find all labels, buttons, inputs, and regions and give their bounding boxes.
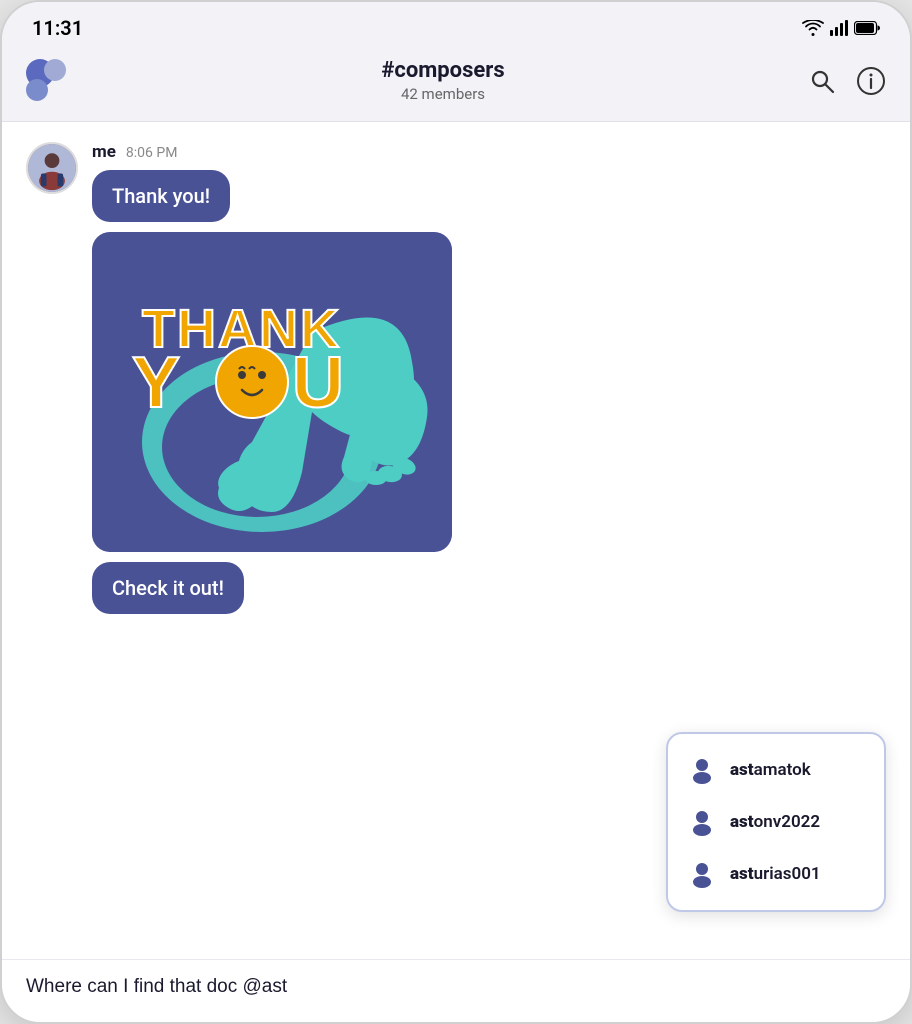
message-input[interactable] xyxy=(26,976,886,998)
avatar-dot-3 xyxy=(26,79,48,101)
message-row: me 8:06 PM Thank you! xyxy=(26,142,886,624)
nav-right xyxy=(808,66,886,96)
info-icon xyxy=(856,66,886,96)
nav-center: #composers 42 members xyxy=(381,58,504,103)
member-count: 42 members xyxy=(381,85,504,103)
avatar-svg xyxy=(28,142,76,194)
avatar-dot-2 xyxy=(44,59,66,81)
channel-name: #composers xyxy=(381,58,504,83)
autocomplete-dropdown: astamatok astonv2022 asturias001 xyxy=(666,732,886,912)
autocomplete-item-asturias001[interactable]: asturias001 xyxy=(668,848,884,900)
messages-column: me 8:06 PM Thank you! xyxy=(92,142,886,624)
signal-icon xyxy=(830,20,848,36)
input-bar xyxy=(2,959,910,1022)
search-icon xyxy=(808,67,836,95)
username-astonv2022: astonv2022 xyxy=(730,812,820,832)
user-icon-asturias001 xyxy=(688,860,716,888)
group-icon xyxy=(26,59,78,103)
user-icon-astonv2022 xyxy=(688,808,716,836)
thank-you-sticker: THANK Y U xyxy=(92,232,452,552)
svg-text:Y: Y xyxy=(132,343,183,423)
user-icon-astamatok xyxy=(688,756,716,784)
user-avatar xyxy=(26,142,78,194)
nav-left xyxy=(26,59,78,103)
message-header: me 8:06 PM xyxy=(92,142,886,162)
status-icons xyxy=(802,20,880,36)
sender-name: me xyxy=(92,142,116,162)
username-astamatok: astamatok xyxy=(730,760,811,780)
text-bubble-thankyou: Thank you! xyxy=(92,170,230,222)
phone-frame: 11:31 xyxy=(0,0,912,1024)
search-button[interactable] xyxy=(808,67,836,95)
autocomplete-item-astamatok[interactable]: astamatok xyxy=(668,744,884,796)
avatar-image xyxy=(28,144,76,192)
info-button[interactable] xyxy=(856,66,886,96)
autocomplete-item-astonv2022[interactable]: astonv2022 xyxy=(668,796,884,848)
status-bar: 11:31 xyxy=(2,2,910,50)
message-time: 8:06 PM xyxy=(126,145,178,161)
status-time: 11:31 xyxy=(32,16,83,40)
svg-text:U: U xyxy=(292,343,347,423)
battery-icon xyxy=(854,21,880,35)
username-asturias001: asturias001 xyxy=(730,864,821,884)
text-bubble-checkitout: Check it out! xyxy=(92,562,244,614)
top-nav: #composers 42 members xyxy=(2,50,910,122)
sticker-bubble: THANK Y U xyxy=(92,232,452,552)
wifi-icon xyxy=(802,20,824,36)
